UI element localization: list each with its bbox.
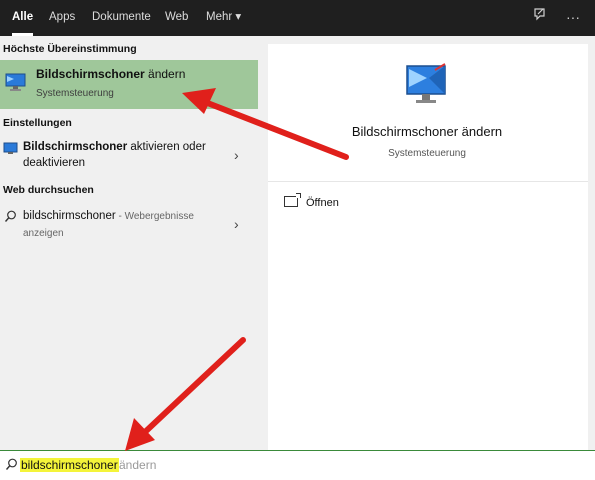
- arrow-to-best-match: [182, 88, 349, 160]
- annotation-arrows: [125, 88, 349, 451]
- arrow-to-search-box: [125, 337, 246, 451]
